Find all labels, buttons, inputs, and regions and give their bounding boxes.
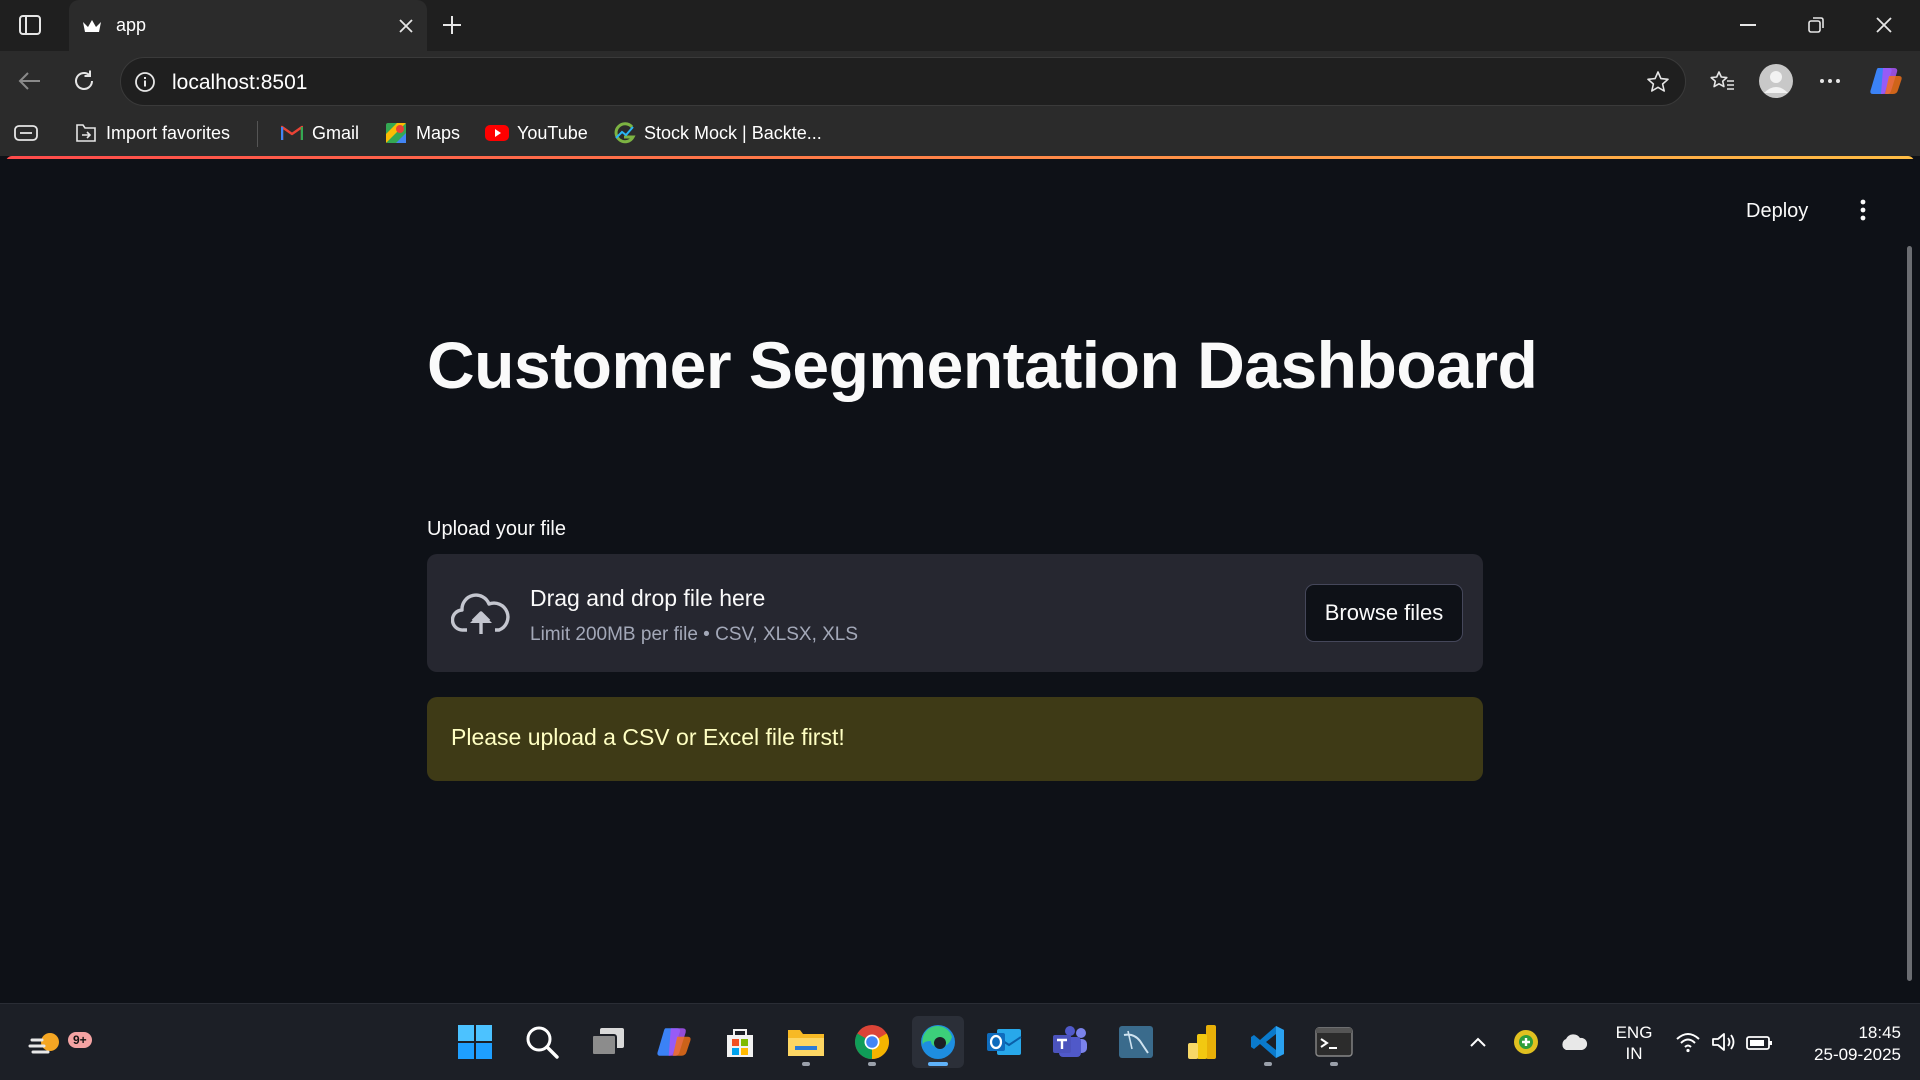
browse-files-button[interactable]: Browse files <box>1305 584 1463 642</box>
bookmark-label: Import favorites <box>106 122 231 143</box>
clock-date: 25-09-2025 <box>1814 1045 1901 1064</box>
input-language-indicator[interactable]: ENG IN <box>1612 1022 1656 1064</box>
bookmark-label: Gmail <box>312 122 360 143</box>
bookmark-separator <box>257 121 258 147</box>
weather-widget[interactable]: 9+ <box>22 1016 92 1068</box>
microsoft-store-icon[interactable] <box>714 1016 766 1068</box>
youtube-icon <box>485 121 509 145</box>
outlook-icon[interactable] <box>978 1016 1030 1068</box>
security-app-icon[interactable] <box>1510 1026 1542 1058</box>
main-menu-icon[interactable] <box>1849 194 1877 226</box>
browser-toolbar: localhost:8501 <box>0 51 1920 111</box>
running-indicator <box>928 1062 948 1066</box>
reload-icon[interactable] <box>66 63 102 99</box>
bookmark-label: Stock Mock | Backte... <box>644 122 822 143</box>
bookmark-import-favorites[interactable]: Import favorites <box>74 119 230 147</box>
more-options-icon[interactable] <box>1810 61 1850 101</box>
close-window-icon[interactable] <box>1862 8 1906 42</box>
bookmark-youtube[interactable]: YouTube <box>485 119 588 147</box>
wifi-icon[interactable] <box>1672 1026 1704 1058</box>
browser-tab-bar: app <box>0 0 1920 51</box>
volume-icon[interactable] <box>1708 1026 1740 1058</box>
teams-icon[interactable] <box>1044 1016 1096 1068</box>
onedrive-cloud-icon[interactable] <box>1558 1026 1590 1058</box>
dropzone-limit-text: Limit 200MB per file • CSV, XLSX, XLS <box>530 624 859 645</box>
address-bar[interactable]: localhost:8501 <box>120 57 1686 106</box>
language-code: ENG <box>1615 1023 1653 1042</box>
new-tab-icon[interactable] <box>436 10 468 40</box>
upload-label: Upload your file <box>427 518 566 540</box>
terminal-icon[interactable] <box>1308 1016 1360 1068</box>
bookmarks-menu-icon[interactable] <box>14 119 38 147</box>
favorite-star-icon[interactable] <box>1645 69 1671 95</box>
region-code: IN <box>1625 1044 1643 1063</box>
profile-avatar[interactable] <box>1756 61 1796 101</box>
bookmark-label: Maps <box>416 122 461 143</box>
tab-actions-icon[interactable] <box>14 10 46 40</box>
mysql-workbench-icon[interactable] <box>1110 1016 1162 1068</box>
page-viewport: Deploy Customer Segmentation Dashboard U… <box>6 156 1914 1003</box>
chrome-icon[interactable] <box>846 1016 898 1068</box>
tab-title: app <box>116 15 147 35</box>
edge-icon[interactable] <box>912 1016 964 1068</box>
import-icon <box>74 121 98 145</box>
dropzone-instructions: Drag and drop file here <box>530 585 766 611</box>
restore-icon[interactable] <box>1794 8 1838 42</box>
warning-alert: Please upload a CSV or Excel file first! <box>427 697 1483 781</box>
deploy-button[interactable]: Deploy <box>1740 196 1814 227</box>
bookmark-gmail[interactable]: Gmail <box>280 119 359 147</box>
page-title: Customer Segmentation Dashboard <box>427 328 1538 402</box>
url-text[interactable]: localhost:8501 <box>172 71 307 95</box>
vscode-icon[interactable] <box>1242 1016 1294 1068</box>
header-decoration <box>6 156 1914 159</box>
running-indicator <box>1330 1062 1338 1066</box>
running-indicator <box>1264 1062 1272 1066</box>
page-scrollbar[interactable] <box>1907 246 1912 981</box>
close-tab-icon[interactable] <box>393 13 419 39</box>
bookmarks-bar: Import favorites Gmail Maps YouTube Stoc… <box>0 111 1920 156</box>
bookmark-maps[interactable]: Maps <box>384 119 460 147</box>
favorites-icon[interactable] <box>1702 61 1742 101</box>
gmail-icon <box>280 121 304 145</box>
copilot-icon[interactable] <box>1866 61 1906 101</box>
file-dropzone[interactable]: Drag and drop file here Limit 200MB per … <box>427 554 1483 672</box>
cloud-upload-icon <box>450 590 511 636</box>
show-hidden-icons-chevron-up-icon[interactable] <box>1462 1026 1494 1058</box>
bookmark-label: YouTube <box>517 122 588 143</box>
start-icon[interactable] <box>449 1016 501 1068</box>
running-indicator <box>868 1062 876 1066</box>
task-view-icon[interactable] <box>582 1016 634 1068</box>
file-explorer-icon[interactable] <box>780 1016 832 1068</box>
clock-time: 18:45 <box>1858 1023 1901 1042</box>
streamlit-crown-icon <box>80 14 104 38</box>
browser-tab[interactable]: app <box>69 0 427 51</box>
minimize-icon[interactable] <box>1726 8 1770 42</box>
bookmark-stock-mock[interactable]: Stock Mock | Backte... <box>612 119 822 147</box>
back-icon[interactable] <box>12 63 48 99</box>
copilot-app-icon[interactable] <box>648 1016 700 1068</box>
search-icon[interactable] <box>516 1016 568 1068</box>
running-indicator <box>802 1062 810 1066</box>
power-bi-icon[interactable] <box>1176 1016 1228 1068</box>
stockmock-icon <box>612 121 636 145</box>
site-info-icon[interactable] <box>133 70 157 94</box>
taskbar: 9+ ENG IN 18:45 25-09-2025 <box>0 1003 1920 1080</box>
battery-icon[interactable] <box>1744 1026 1776 1058</box>
system-clock[interactable]: 18:45 25-09-2025 <box>1795 1022 1901 1066</box>
notification-badge: 9+ <box>68 1032 92 1048</box>
maps-icon <box>384 121 408 145</box>
